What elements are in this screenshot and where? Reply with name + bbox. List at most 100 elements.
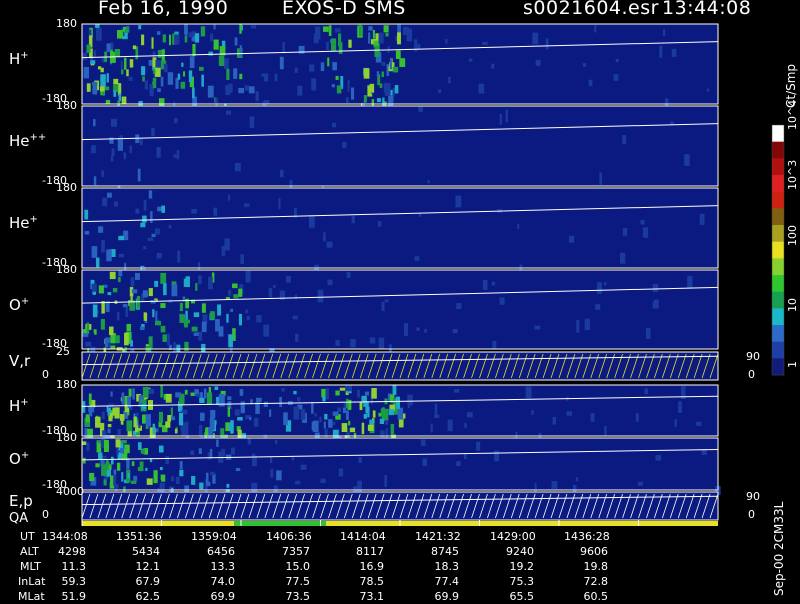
intensity-cell-h-plus [138, 25, 142, 30]
intensity-cell-o-plus-2 [235, 467, 241, 472]
intensity-cell-he-plus [418, 213, 422, 217]
ephemeris-cell: 65.5 [509, 590, 535, 603]
intensity-cell-h-plus-2 [311, 402, 314, 414]
intensity-cell-o-plus-2 [110, 456, 114, 465]
intensity-cell-o-plus-2 [131, 461, 135, 467]
intensity-cell-o-plus [381, 301, 385, 312]
intensity-cell-h-plus [194, 33, 200, 43]
intensity-cell-he-plus-plus [129, 145, 133, 153]
ephemeris-cell: 1429:00 [490, 530, 536, 543]
intensity-cell-h-plus [250, 25, 257, 29]
colorbar-swatch [772, 241, 784, 259]
intensity-cell-h-plus [129, 59, 134, 68]
intensity-cell-h-plus-2 [138, 424, 141, 429]
intensity-cell-h-plus [309, 64, 315, 72]
ephemeris-cell: 69.9 [210, 590, 236, 603]
intensity-cell-h-plus [374, 45, 380, 57]
intensity-cell-o-plus [198, 275, 202, 285]
intensity-cell-h-plus [448, 76, 451, 84]
intensity-cell-o-plus [126, 323, 132, 332]
intensity-cell-he-plus-plus [111, 148, 115, 157]
intensity-cell-o-plus-2 [270, 468, 274, 478]
right-min-e-p: 0 [748, 508, 755, 521]
intensity-cell-o-plus [131, 289, 138, 294]
intensity-cell-o-plus [201, 321, 207, 333]
intensity-cell-he-plus [622, 227, 628, 236]
intensity-cell-o-plus-2 [146, 478, 153, 485]
intensity-cell-h-plus [207, 85, 214, 98]
intensity-cell-h-plus-2 [293, 390, 297, 395]
y-max-o-plus: 180 [56, 263, 77, 276]
ephemeris-cell: 9606 [580, 545, 608, 558]
intensity-cell-h-plus [274, 73, 278, 82]
intensity-cell-o-plus [452, 328, 458, 334]
intensity-cell-h-plus-2 [372, 410, 376, 418]
intensity-cell-h-plus-2 [552, 416, 557, 425]
intensity-cell-h-plus [397, 32, 401, 45]
intensity-cell-o-plus [350, 338, 356, 348]
intensity-cell-h-plus [532, 32, 539, 45]
ephemeris-cell: 69.9 [434, 590, 460, 603]
intensity-cell-he-plus-plus [137, 168, 141, 182]
intensity-cell-h-plus-2 [323, 421, 326, 429]
intensity-cell-h-plus-2 [227, 396, 232, 401]
intensity-cell-o-plus [163, 283, 167, 296]
intensity-cell-h-plus-2 [110, 391, 113, 397]
intensity-cell-h-plus [239, 24, 242, 34]
intensity-cell-h-plus [297, 85, 303, 96]
intensity-cell-o-plus-2 [300, 464, 307, 470]
intensity-cell-he-plus [143, 199, 147, 211]
intensity-cell-o-plus [369, 337, 376, 344]
intensity-cell-o-plus [143, 312, 148, 321]
colorbar-swatch [772, 358, 784, 376]
intensity-cell-he-plus [91, 246, 98, 258]
intensity-cell-h-plus [491, 63, 495, 69]
intensity-cell-h-plus [311, 78, 317, 91]
ephemeris-cell: 72.8 [583, 575, 609, 588]
intensity-cell-o-plus [124, 332, 129, 346]
intensity-cell-o-plus [256, 315, 262, 323]
intensity-cell-he-plus-plus [151, 127, 155, 137]
intensity-cell-h-plus [191, 87, 195, 99]
intensity-cell-h-plus-2 [531, 410, 534, 415]
intensity-cell-h-plus-2 [464, 423, 467, 428]
intensity-cell-h-plus [350, 87, 355, 100]
ephemeris-cell: 67.9 [135, 575, 161, 588]
intensity-cell-he-plus-plus [331, 122, 336, 128]
intensity-cell-h-plus [445, 38, 448, 44]
intensity-cell-o-plus [238, 313, 242, 326]
intensity-cell-h-plus-2 [379, 418, 385, 424]
intensity-cell-h-plus-2 [335, 390, 340, 396]
colorbar-swatch [772, 175, 784, 193]
intensity-cell-he-plus-plus [123, 152, 127, 160]
intensity-cell-h-plus [320, 62, 325, 72]
intensity-cell-h-plus-2 [240, 401, 245, 414]
intensity-cell-h-plus [142, 76, 145, 82]
ephemeris-row-mlat: MLat 51.9 62.5 69.9 73.5 73.1 69.9 65.5 60.5 [0, 590, 720, 604]
intensity-cell-h-plus [368, 26, 373, 31]
intensity-cell-h-plus-2 [174, 428, 178, 434]
intensity-cell-h-plus-2 [228, 423, 231, 429]
intensity-cell-h-plus [88, 29, 92, 36]
intensity-cell-o-plus [295, 333, 299, 342]
intensity-cell-h-plus-2 [279, 396, 282, 407]
intensity-cell-o-plus [416, 327, 420, 331]
qa-label: QA [9, 511, 29, 526]
intensity-cell-h-plus-2 [644, 388, 648, 395]
intensity-cell-o-plus [118, 270, 123, 277]
intensity-cell-o-plus [286, 276, 291, 283]
intensity-cell-h-plus-2 [339, 387, 346, 391]
intensity-cell-h-plus-2 [407, 394, 413, 406]
intensity-cell-o-plus-2 [121, 440, 127, 444]
intensity-cell-h-plus-2 [566, 411, 572, 416]
intensity-cell-o-plus-2 [295, 480, 301, 485]
ephemeris-cell: 4298 [58, 545, 86, 558]
intensity-cell-h-plus [93, 50, 97, 57]
intensity-cell-o-plus [346, 272, 351, 278]
intensity-cell-h-plus-2 [678, 401, 682, 413]
intensity-cell-o-plus-2 [338, 468, 344, 477]
intensity-cell-o-plus [198, 331, 203, 341]
intensity-cell-o-plus [201, 343, 206, 352]
intensity-cell-o-plus-2 [124, 448, 128, 455]
intensity-cell-o-plus [173, 341, 176, 352]
